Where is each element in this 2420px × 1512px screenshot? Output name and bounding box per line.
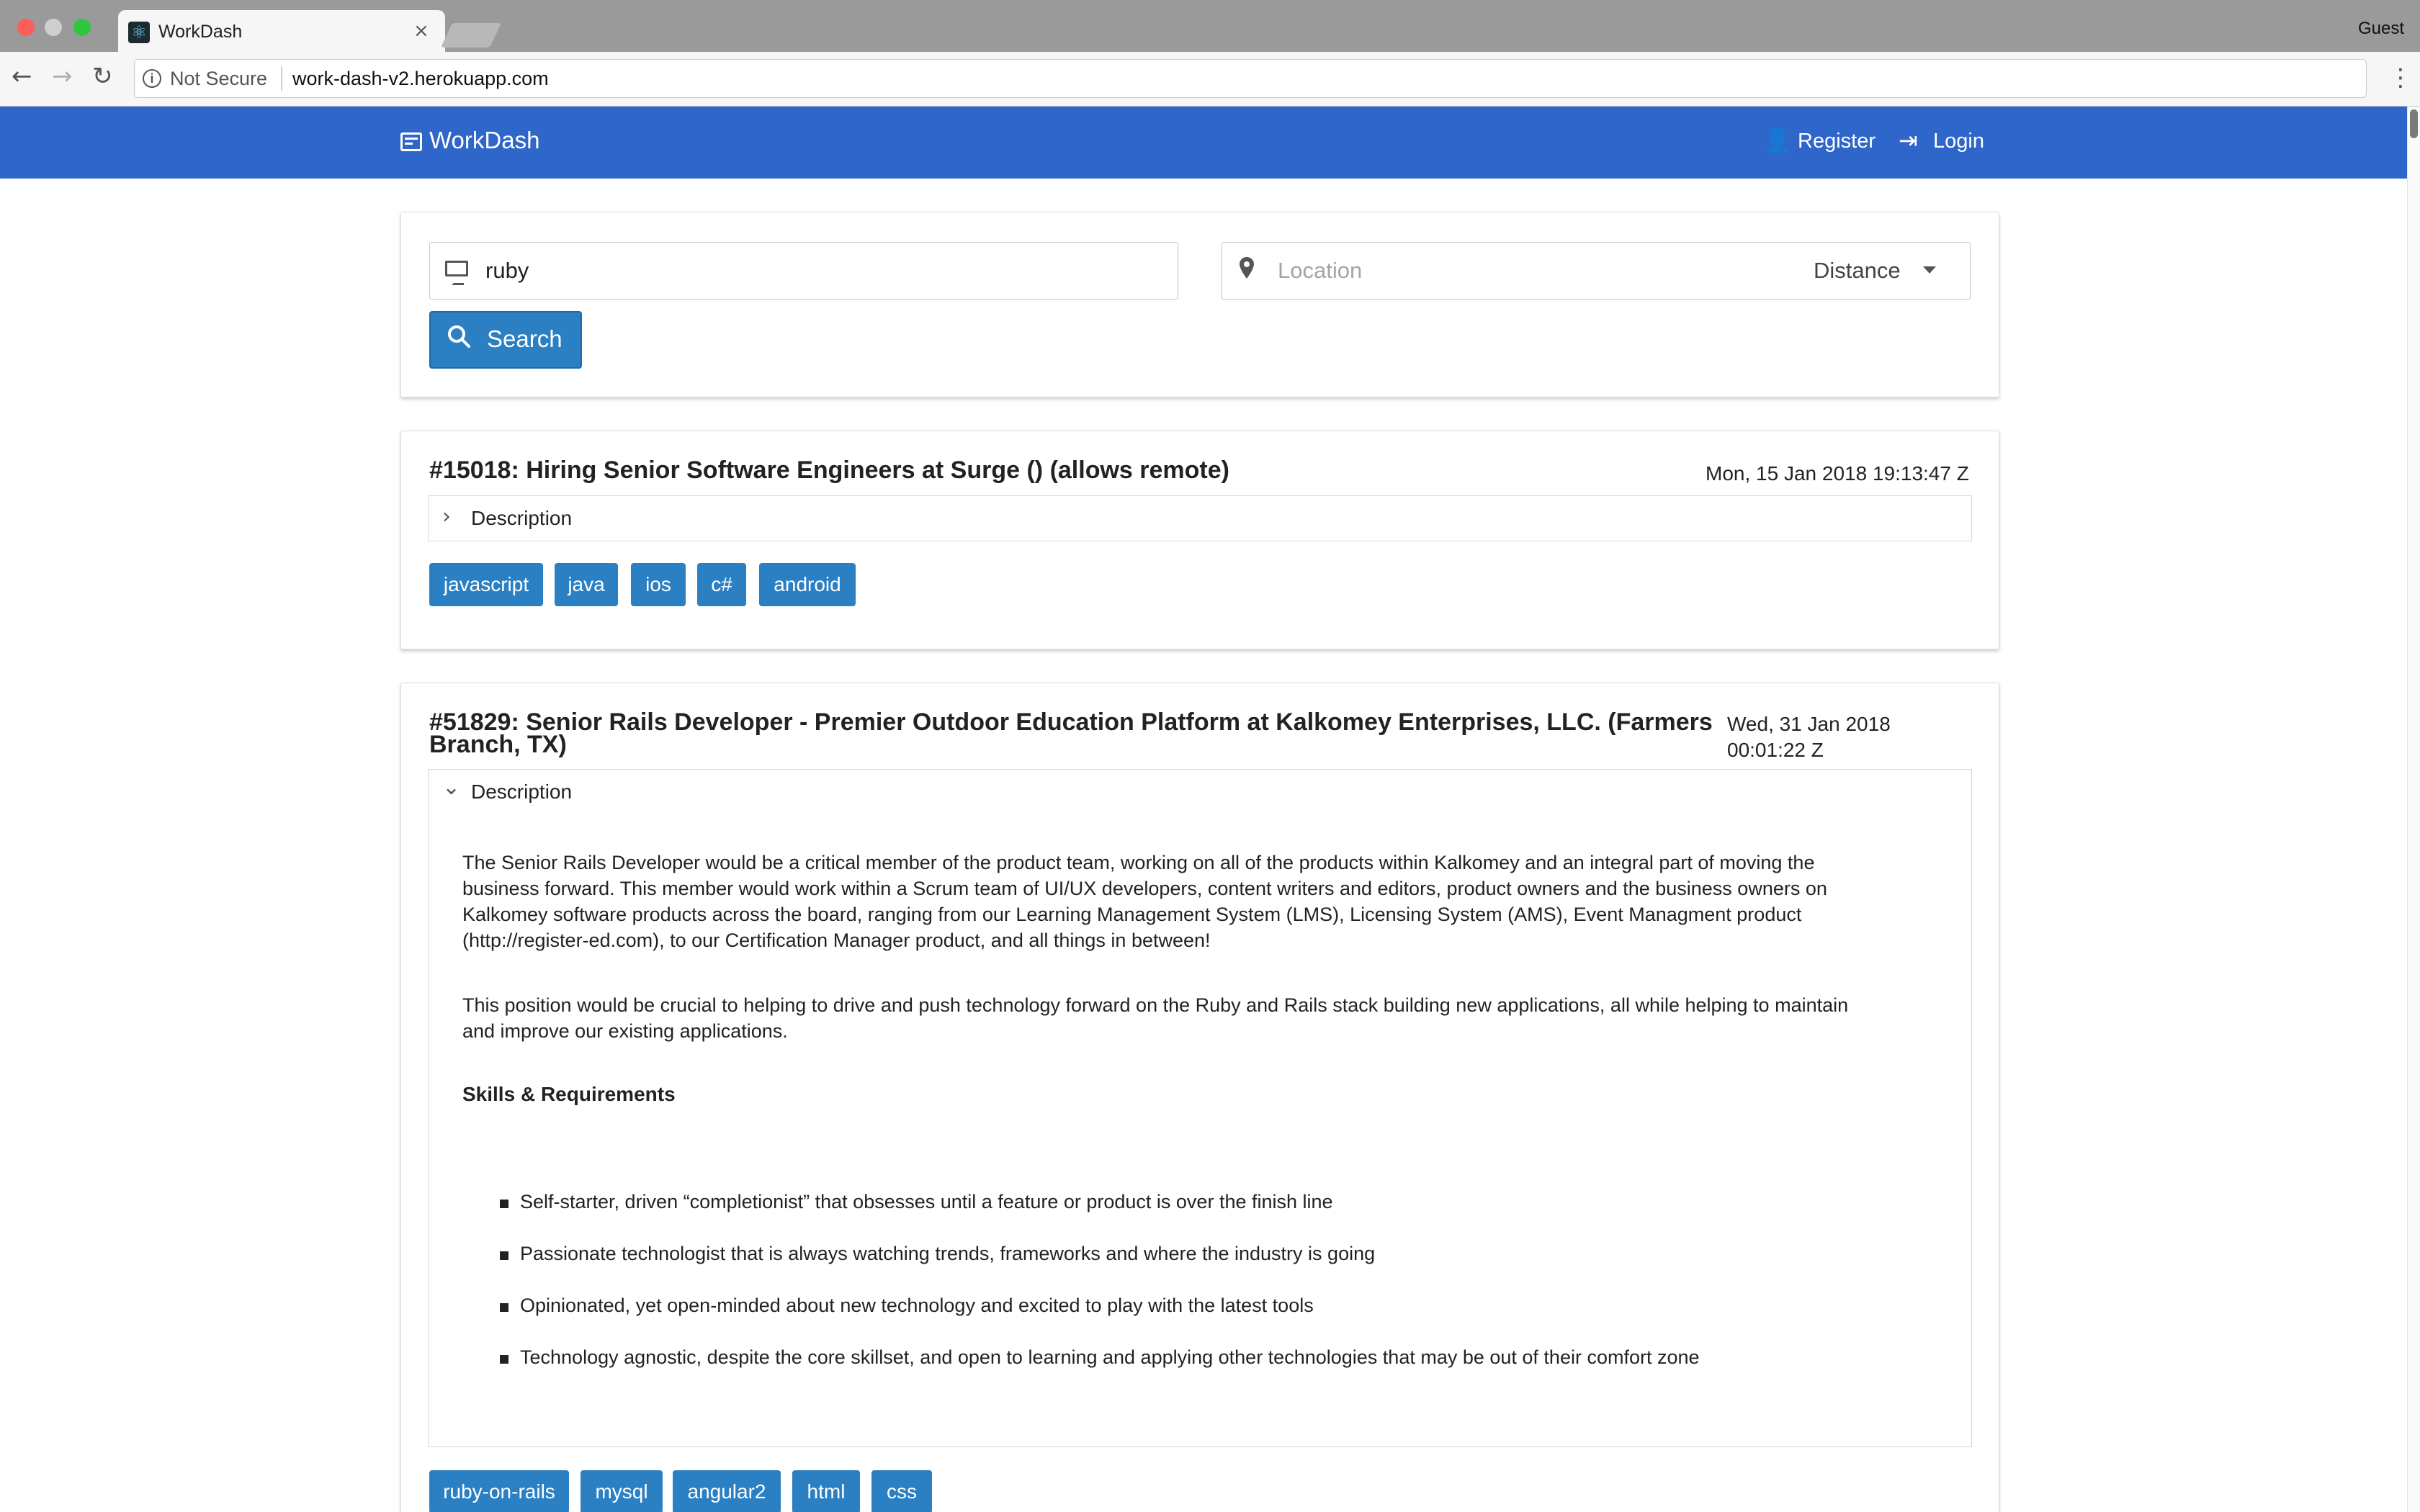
page-scrollbar[interactable] <box>2407 107 2420 1512</box>
job-date: Mon, 15 Jan 2018 19:13:47 Z <box>1706 462 1969 485</box>
tag-android[interactable]: android <box>759 563 856 606</box>
search-button-label[interactable]: Search <box>487 325 563 353</box>
tab-title: WorkDash <box>158 22 243 42</box>
tag-css[interactable]: css <box>871 1470 932 1512</box>
skill-item: Technology agnostic, despite the core sk… <box>520 1346 1700 1368</box>
app-navbar <box>0 107 2407 179</box>
reload-icon[interactable]: ↻ <box>92 62 113 91</box>
chevron-down-icon[interactable] <box>1923 266 1936 274</box>
tag-mysql[interactable]: mysql <box>581 1470 663 1512</box>
bullet <box>500 1355 508 1364</box>
tag-javascript[interactable]: javascript <box>429 563 543 606</box>
tag-angular2[interactable]: angular2 <box>673 1470 781 1512</box>
tag-java[interactable]: java <box>555 563 618 606</box>
chevron-down-icon[interactable]: ⌄ <box>442 775 460 800</box>
profile-label[interactable]: Guest <box>2358 19 2404 39</box>
window-close-button[interactable] <box>17 19 35 36</box>
description-toggle[interactable] <box>428 495 1972 541</box>
window-maximize-button[interactable] <box>73 19 91 36</box>
info-icon[interactable]: i <box>143 69 161 88</box>
description-label[interactable]: Description <box>471 780 572 804</box>
description-line: and improve our existing applications. <box>462 1020 788 1042</box>
keyword-input[interactable] <box>429 242 1178 300</box>
description-line: Kalkomey software products across the bo… <box>462 904 1802 925</box>
login-icon[interactable]: ⇥ <box>1899 127 1918 154</box>
tag-html[interactable]: html <box>792 1470 860 1512</box>
job-title-continued[interactable]: Branch, TX) <box>429 732 567 757</box>
skill-item: Self-starter, driven “completionist” tha… <box>520 1191 1333 1212</box>
browser-menu-icon[interactable]: ⋮ <box>2388 63 2413 92</box>
address-divider <box>281 66 282 91</box>
skill-item: Opinionated, yet open-minded about new t… <box>520 1295 1314 1316</box>
description-line: business forward. This member would work… <box>462 878 1827 899</box>
description-label[interactable]: Description <box>471 507 572 530</box>
job-title[interactable]: #15018: Hiring Senior Software Engineers… <box>429 458 1229 482</box>
description-line: The Senior Rails Developer would be a cr… <box>462 852 1815 873</box>
security-label[interactable]: Not Secure <box>170 68 267 90</box>
window-minimize-button[interactable] <box>45 19 62 36</box>
forward-arrow-icon[interactable]: → <box>52 62 73 91</box>
search-panel <box>400 212 1999 397</box>
back-arrow-icon[interactable]: ← <box>12 62 32 91</box>
add-user-icon[interactable]: 👤 <box>1763 127 1792 154</box>
bullet <box>500 1303 508 1312</box>
tag-ios[interactable]: ios <box>631 563 686 606</box>
url-text[interactable]: work-dash-v2.herokuapp.com <box>292 68 549 90</box>
skills-heading: Skills & Requirements <box>462 1083 676 1105</box>
skill-item: Passionate technologist that is always w… <box>520 1243 1376 1264</box>
tab-close-icon[interactable]: × <box>413 20 429 42</box>
tag-csharp[interactable]: c# <box>697 563 746 606</box>
description-line: (http://register-ed.com), to our Certifi… <box>462 930 1211 951</box>
tag-ruby-on-rails[interactable]: ruby-on-rails <box>429 1470 569 1512</box>
bullet <box>500 1251 508 1260</box>
browser-window-icon <box>400 132 422 151</box>
chevron-right-icon[interactable]: › <box>442 504 451 529</box>
brand-logo-text[interactable]: WorkDash <box>429 127 539 154</box>
description-line: This position would be crucial to helpin… <box>462 994 1849 1016</box>
location-placeholder[interactable]: Location <box>1278 258 1362 284</box>
bullet <box>500 1200 508 1208</box>
login-link[interactable]: Login <box>1933 130 1984 153</box>
map-pin-icon <box>1239 256 1255 285</box>
desktop-monitor-icon <box>445 261 468 285</box>
keyword-input-value[interactable]: ruby <box>485 258 529 284</box>
scrollbar-thumb[interactable] <box>2410 109 2418 138</box>
distance-select[interactable]: Distance <box>1814 258 1901 284</box>
job-time: 00:01:22 Z <box>1727 739 1824 761</box>
register-link[interactable]: Register <box>1798 130 1876 153</box>
job-date: Wed, 31 Jan 2018 <box>1727 713 1891 735</box>
job-title[interactable]: #51829: Senior Rails Developer - Premier… <box>429 710 1713 734</box>
search-icon[interactable] <box>447 324 471 355</box>
react-favicon-icon: ⚛ <box>128 22 150 43</box>
